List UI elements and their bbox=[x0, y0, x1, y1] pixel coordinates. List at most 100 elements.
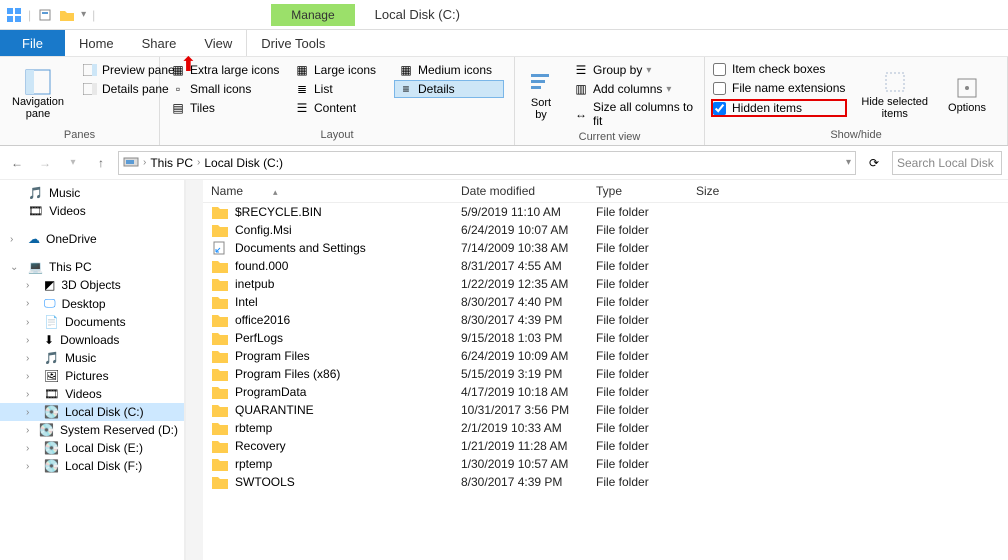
expand-icon[interactable]: › bbox=[26, 443, 38, 454]
list-button[interactable]: ≣List bbox=[290, 80, 390, 98]
sort-by-button[interactable]: Sort by bbox=[521, 61, 561, 129]
table-row[interactable]: rbtemp2/1/2019 10:33 AMFile folder bbox=[203, 419, 1008, 437]
collapse-icon[interactable]: ⌄ bbox=[10, 262, 22, 273]
extra-large-icons-button[interactable]: ▦Extra large icons bbox=[166, 61, 286, 79]
expand-icon[interactable]: › bbox=[26, 335, 38, 346]
size-all-columns-button[interactable]: ↔Size all columns to fit bbox=[569, 99, 699, 129]
nav-local-disk-c[interactable]: ›💽Local Disk (C:) bbox=[0, 403, 184, 421]
nav-desktop[interactable]: ›🖵Desktop bbox=[0, 294, 184, 313]
medium-icons-button[interactable]: ▦Medium icons bbox=[394, 61, 504, 79]
table-row[interactable]: Intel8/30/2017 4:40 PMFile folder bbox=[203, 293, 1008, 311]
table-row[interactable]: PerfLogs9/15/2018 1:03 PMFile folder bbox=[203, 329, 1008, 347]
column-name[interactable]: Name▴ bbox=[211, 184, 461, 198]
column-type[interactable]: Type bbox=[596, 184, 696, 198]
tiles-button[interactable]: ▤Tiles bbox=[166, 99, 286, 117]
tab-share[interactable]: Share bbox=[128, 30, 191, 56]
manage-tab[interactable]: Manage bbox=[271, 4, 354, 26]
address-bar[interactable]: › This PC › Local Disk (C:) ▾ bbox=[118, 151, 856, 175]
nav-local-disk-f[interactable]: ›💽Local Disk (F:) bbox=[0, 457, 184, 475]
nav-pictures[interactable]: ›🖼Pictures bbox=[0, 367, 184, 385]
expand-icon[interactable]: › bbox=[26, 317, 38, 328]
breadcrumb-localc[interactable]: Local Disk (C:) bbox=[204, 156, 283, 170]
nav-documents[interactable]: ›📄Documents bbox=[0, 313, 184, 331]
recent-dropdown-icon[interactable]: ▾ bbox=[62, 152, 84, 174]
table-row[interactable]: Documents and Settings7/14/2009 10:38 AM… bbox=[203, 239, 1008, 257]
item-check-boxes-toggle[interactable]: Item check boxes bbox=[711, 61, 847, 77]
navigation-pane-button[interactable]: Navigation pane bbox=[6, 61, 70, 127]
nav-music2[interactable]: ›🎵Music bbox=[0, 349, 184, 367]
breadcrumb-thispc[interactable]: This PC bbox=[150, 156, 193, 170]
table-row[interactable]: QUARANTINE10/31/2017 3:56 PMFile folder bbox=[203, 401, 1008, 419]
content-button[interactable]: ☰Content bbox=[290, 99, 390, 117]
search-input[interactable]: Search Local Disk bbox=[892, 151, 1002, 175]
nav-downloads[interactable]: ›⬇Downloads bbox=[0, 331, 184, 349]
nav-localc-label: Local Disk (C:) bbox=[65, 405, 144, 419]
expand-icon[interactable]: › bbox=[26, 389, 38, 400]
column-size[interactable]: Size bbox=[696, 184, 776, 198]
table-row[interactable]: inetpub1/22/2019 12:35 AMFile folder bbox=[203, 275, 1008, 293]
folder-icon bbox=[211, 420, 229, 436]
add-columns-button[interactable]: ▥Add columns▾ bbox=[569, 80, 699, 98]
properties-icon[interactable] bbox=[37, 7, 53, 23]
hidden-items-toggle[interactable]: Hidden items bbox=[711, 99, 847, 117]
table-row[interactable]: rptemp1/30/2019 10:57 AMFile folder bbox=[203, 455, 1008, 473]
table-row[interactable]: $RECYCLE.BIN5/9/2019 11:10 AMFile folder bbox=[203, 203, 1008, 221]
group-by-button[interactable]: ☰Group by▾ bbox=[569, 61, 699, 79]
expand-icon[interactable]: › bbox=[26, 461, 38, 472]
table-row[interactable]: Config.Msi6/24/2019 10:07 AMFile folder bbox=[203, 221, 1008, 239]
tab-view[interactable]: View bbox=[190, 30, 246, 56]
main-area: 🎵Music 🎞Videos ›☁OneDrive ⌄💻This PC ›◩3D… bbox=[0, 180, 1008, 560]
nav-thispc[interactable]: ⌄💻This PC bbox=[0, 258, 184, 276]
table-row[interactable]: SWTOOLS8/30/2017 4:39 PMFile folder bbox=[203, 473, 1008, 491]
file-name-extensions-toggle[interactable]: File name extensions bbox=[711, 80, 847, 96]
small-icons-button[interactable]: ▫Small icons bbox=[166, 80, 286, 98]
tab-file[interactable]: File bbox=[0, 30, 65, 56]
expand-icon[interactable]: › bbox=[26, 298, 38, 309]
nav-pictures-label: Pictures bbox=[65, 369, 108, 383]
menu-tabs: File Home Share View Drive Tools bbox=[0, 30, 1008, 56]
item-check-boxes-checkbox[interactable] bbox=[713, 63, 726, 76]
nav-onedrive[interactable]: ›☁OneDrive bbox=[0, 230, 184, 248]
address-dropdown-icon[interactable]: ▾ bbox=[846, 157, 851, 168]
details-view-button[interactable]: ≡Details bbox=[394, 80, 504, 98]
expand-icon[interactable]: › bbox=[26, 371, 38, 382]
expand-icon[interactable]: › bbox=[26, 425, 33, 436]
chevron-right-icon[interactable]: › bbox=[197, 157, 200, 168]
qat-dropdown-icon[interactable]: ▾ bbox=[81, 9, 86, 20]
back-button[interactable]: ← bbox=[6, 152, 28, 174]
chevron-right-icon[interactable]: › bbox=[143, 157, 146, 168]
columns-header[interactable]: Name▴ Date modified Type Size bbox=[203, 180, 1008, 203]
file-name-extensions-checkbox[interactable] bbox=[713, 82, 726, 95]
nav-scrollbar[interactable] bbox=[185, 180, 203, 560]
table-row[interactable]: Program Files (x86)5/15/2019 3:19 PMFile… bbox=[203, 365, 1008, 383]
nav-local-disk-e[interactable]: ›💽Local Disk (E:) bbox=[0, 439, 184, 457]
tab-home[interactable]: Home bbox=[65, 30, 128, 56]
table-row[interactable]: Recovery1/21/2019 11:28 AMFile folder bbox=[203, 437, 1008, 455]
expand-icon[interactable]: › bbox=[10, 234, 22, 245]
file-list[interactable]: Name▴ Date modified Type Size $RECYCLE.B… bbox=[203, 180, 1008, 560]
table-row[interactable]: ProgramData4/17/2019 10:18 AMFile folder bbox=[203, 383, 1008, 401]
column-date[interactable]: Date modified bbox=[461, 184, 596, 198]
table-row[interactable]: found.0008/31/2017 4:55 AMFile folder bbox=[203, 257, 1008, 275]
refresh-button[interactable]: ⟳ bbox=[862, 152, 886, 174]
tab-drive-tools[interactable]: Drive Tools bbox=[247, 30, 339, 56]
table-row[interactable]: Program Files6/24/2019 10:09 AMFile fold… bbox=[203, 347, 1008, 365]
nav-3d-objects[interactable]: ›◩3D Objects bbox=[0, 276, 184, 294]
nav-system-reserved[interactable]: ›💽System Reserved (D:) bbox=[0, 421, 184, 439]
folder-icon[interactable] bbox=[59, 7, 75, 23]
forward-button[interactable]: → bbox=[34, 152, 56, 174]
navigation-pane[interactable]: 🎵Music 🎞Videos ›☁OneDrive ⌄💻This PC ›◩3D… bbox=[0, 180, 185, 560]
up-button[interactable]: ↑ bbox=[90, 152, 112, 174]
expand-icon[interactable]: › bbox=[26, 407, 38, 418]
hide-selected-button[interactable]: Hide selected items bbox=[855, 61, 934, 127]
large-icons-button[interactable]: ▦Large icons bbox=[290, 61, 390, 79]
hidden-items-checkbox[interactable] bbox=[713, 102, 726, 115]
options-button[interactable]: Options bbox=[942, 61, 992, 127]
nav-videos2[interactable]: ›🎞Videos bbox=[0, 385, 184, 403]
row-type: File folder bbox=[596, 277, 696, 291]
expand-icon[interactable]: › bbox=[26, 280, 38, 291]
table-row[interactable]: office20168/30/2017 4:39 PMFile folder bbox=[203, 311, 1008, 329]
expand-icon[interactable]: › bbox=[26, 353, 38, 364]
nav-videos[interactable]: 🎞Videos bbox=[0, 202, 184, 220]
nav-music[interactable]: 🎵Music bbox=[0, 184, 184, 202]
